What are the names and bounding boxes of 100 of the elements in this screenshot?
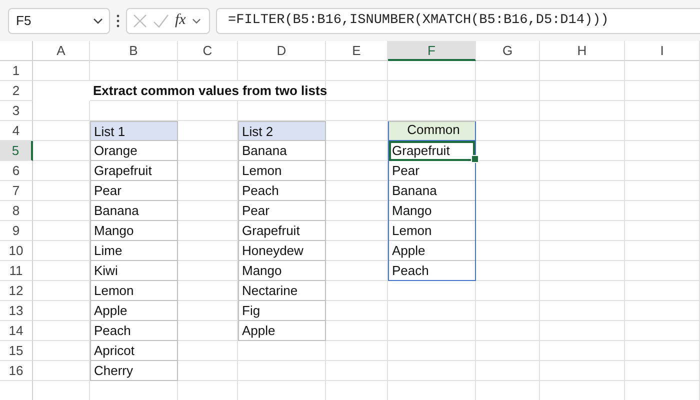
table-cell[interactable]: Pear bbox=[238, 201, 326, 221]
empty-cell[interactable] bbox=[625, 61, 700, 81]
insert-function-button[interactable]: fx bbox=[175, 12, 186, 29]
table-cell[interactable]: Mango bbox=[90, 221, 178, 241]
table-cell[interactable]: Lemon bbox=[238, 161, 326, 181]
check-icon[interactable] bbox=[153, 14, 169, 28]
empty-cell[interactable] bbox=[625, 361, 700, 381]
select-all-corner[interactable] bbox=[0, 41, 33, 61]
table-cell[interactable]: Banana bbox=[90, 201, 178, 221]
column-header[interactable]: C bbox=[178, 41, 238, 61]
empty-cell[interactable] bbox=[476, 321, 540, 341]
table-cell[interactable]: Lemon bbox=[90, 281, 178, 301]
row-header[interactable]: 10 bbox=[0, 241, 33, 261]
empty-cell[interactable] bbox=[625, 81, 700, 101]
empty-cell[interactable] bbox=[388, 81, 476, 101]
empty-cell[interactable] bbox=[90, 61, 178, 81]
column-header[interactable]: A bbox=[33, 41, 90, 61]
table-cell[interactable]: Apricot bbox=[90, 341, 178, 361]
empty-cell[interactable] bbox=[326, 101, 388, 121]
row-header[interactable]: 11 bbox=[0, 261, 33, 281]
table-cell[interactable]: Apple bbox=[90, 301, 178, 321]
table-cell[interactable]: Peach bbox=[90, 321, 178, 341]
empty-cell[interactable] bbox=[625, 181, 700, 201]
empty-cell[interactable] bbox=[625, 141, 700, 161]
empty-cell[interactable] bbox=[476, 101, 540, 121]
row-header[interactable]: 3 bbox=[0, 101, 33, 121]
table-cell[interactable]: Cherry bbox=[90, 361, 178, 381]
empty-cell[interactable] bbox=[326, 341, 388, 361]
row-header[interactable]: 8 bbox=[0, 201, 33, 221]
empty-cell[interactable] bbox=[476, 81, 540, 101]
empty-cell[interactable] bbox=[326, 81, 388, 101]
table-cell[interactable]: Fig bbox=[238, 301, 326, 321]
empty-cell[interactable] bbox=[540, 61, 625, 81]
empty-cell[interactable] bbox=[540, 81, 625, 101]
empty-cell[interactable] bbox=[625, 161, 700, 181]
empty-cell[interactable] bbox=[540, 181, 625, 201]
empty-cell[interactable] bbox=[178, 61, 238, 81]
empty-cell[interactable] bbox=[476, 341, 540, 361]
empty-cell[interactable] bbox=[178, 101, 238, 121]
formula-field[interactable]: =FILTER(B5:B16,ISNUMBER(XMATCH(B5:B16,D5:D14))) bbox=[216, 8, 700, 34]
empty-cell[interactable] bbox=[326, 361, 388, 381]
empty-cell[interactable] bbox=[540, 321, 625, 341]
table-cell[interactable]: Banana bbox=[238, 141, 326, 161]
table-cell[interactable]: Kiwi bbox=[90, 261, 178, 281]
empty-cell[interactable] bbox=[388, 341, 476, 361]
table-cell[interactable]: Orange bbox=[90, 141, 178, 161]
empty-cell[interactable] bbox=[326, 61, 388, 81]
empty-cell[interactable] bbox=[388, 61, 476, 81]
empty-cell[interactable] bbox=[540, 281, 625, 301]
empty-cell[interactable] bbox=[388, 321, 476, 341]
empty-cell[interactable] bbox=[476, 361, 540, 381]
empty-cell[interactable] bbox=[625, 121, 700, 141]
empty-cell[interactable] bbox=[540, 221, 625, 241]
empty-cell[interactable] bbox=[625, 281, 700, 301]
more-options-icon[interactable] bbox=[116, 14, 120, 28]
empty-cell[interactable] bbox=[540, 161, 625, 181]
row-header[interactable]: 15 bbox=[0, 341, 33, 361]
empty-cell[interactable] bbox=[540, 101, 625, 121]
table-cell[interactable]: Mango bbox=[238, 261, 326, 281]
empty-cell[interactable] bbox=[476, 61, 540, 81]
empty-cell[interactable] bbox=[625, 321, 700, 341]
row-header[interactable]: 13 bbox=[0, 301, 33, 321]
fill-handle[interactable] bbox=[471, 155, 479, 163]
table-cell[interactable]: Apple bbox=[238, 321, 326, 341]
empty-cell[interactable] bbox=[388, 361, 476, 381]
empty-cell[interactable] bbox=[625, 201, 700, 221]
empty-cell[interactable] bbox=[625, 301, 700, 321]
empty-cell[interactable] bbox=[33, 61, 90, 81]
cancel-icon[interactable] bbox=[133, 14, 147, 28]
table-cell[interactable]: Pear bbox=[90, 181, 178, 201]
empty-cell[interactable] bbox=[388, 301, 476, 321]
table-cell[interactable]: Grapefruit bbox=[90, 161, 178, 181]
empty-cell[interactable] bbox=[476, 281, 540, 301]
table-cell[interactable]: Honeydew bbox=[238, 241, 326, 261]
column-header[interactable]: F bbox=[388, 41, 476, 61]
row-header[interactable]: 5 bbox=[0, 141, 33, 161]
empty-cell[interactable] bbox=[625, 221, 700, 241]
row-header[interactable]: 16 bbox=[0, 361, 33, 381]
row-header[interactable]: 7 bbox=[0, 181, 33, 201]
table-cell[interactable]: Nectarine bbox=[238, 281, 326, 301]
empty-cell[interactable] bbox=[33, 101, 90, 121]
column-header[interactable]: I bbox=[625, 41, 700, 61]
table-cell[interactable]: Peach bbox=[238, 181, 326, 201]
empty-cell[interactable] bbox=[540, 261, 625, 281]
column-header[interactable]: H bbox=[540, 41, 625, 61]
empty-cell[interactable] bbox=[540, 341, 625, 361]
caret-icon[interactable] bbox=[192, 18, 201, 24]
empty-cell[interactable] bbox=[238, 61, 326, 81]
table-cell[interactable]: Grapefruit bbox=[238, 221, 326, 241]
empty-cell[interactable] bbox=[625, 261, 700, 281]
empty-cell[interactable] bbox=[476, 301, 540, 321]
empty-cell[interactable] bbox=[540, 241, 625, 261]
row-header[interactable]: 1 bbox=[0, 61, 33, 81]
row-header[interactable]: 9 bbox=[0, 221, 33, 241]
row-header[interactable]: 2 bbox=[0, 81, 33, 101]
table-cell[interactable]: Lime bbox=[90, 241, 178, 261]
column-header[interactable]: D bbox=[238, 41, 326, 61]
empty-cell[interactable] bbox=[625, 341, 700, 361]
empty-cell[interactable] bbox=[625, 241, 700, 261]
empty-cell[interactable] bbox=[540, 361, 625, 381]
